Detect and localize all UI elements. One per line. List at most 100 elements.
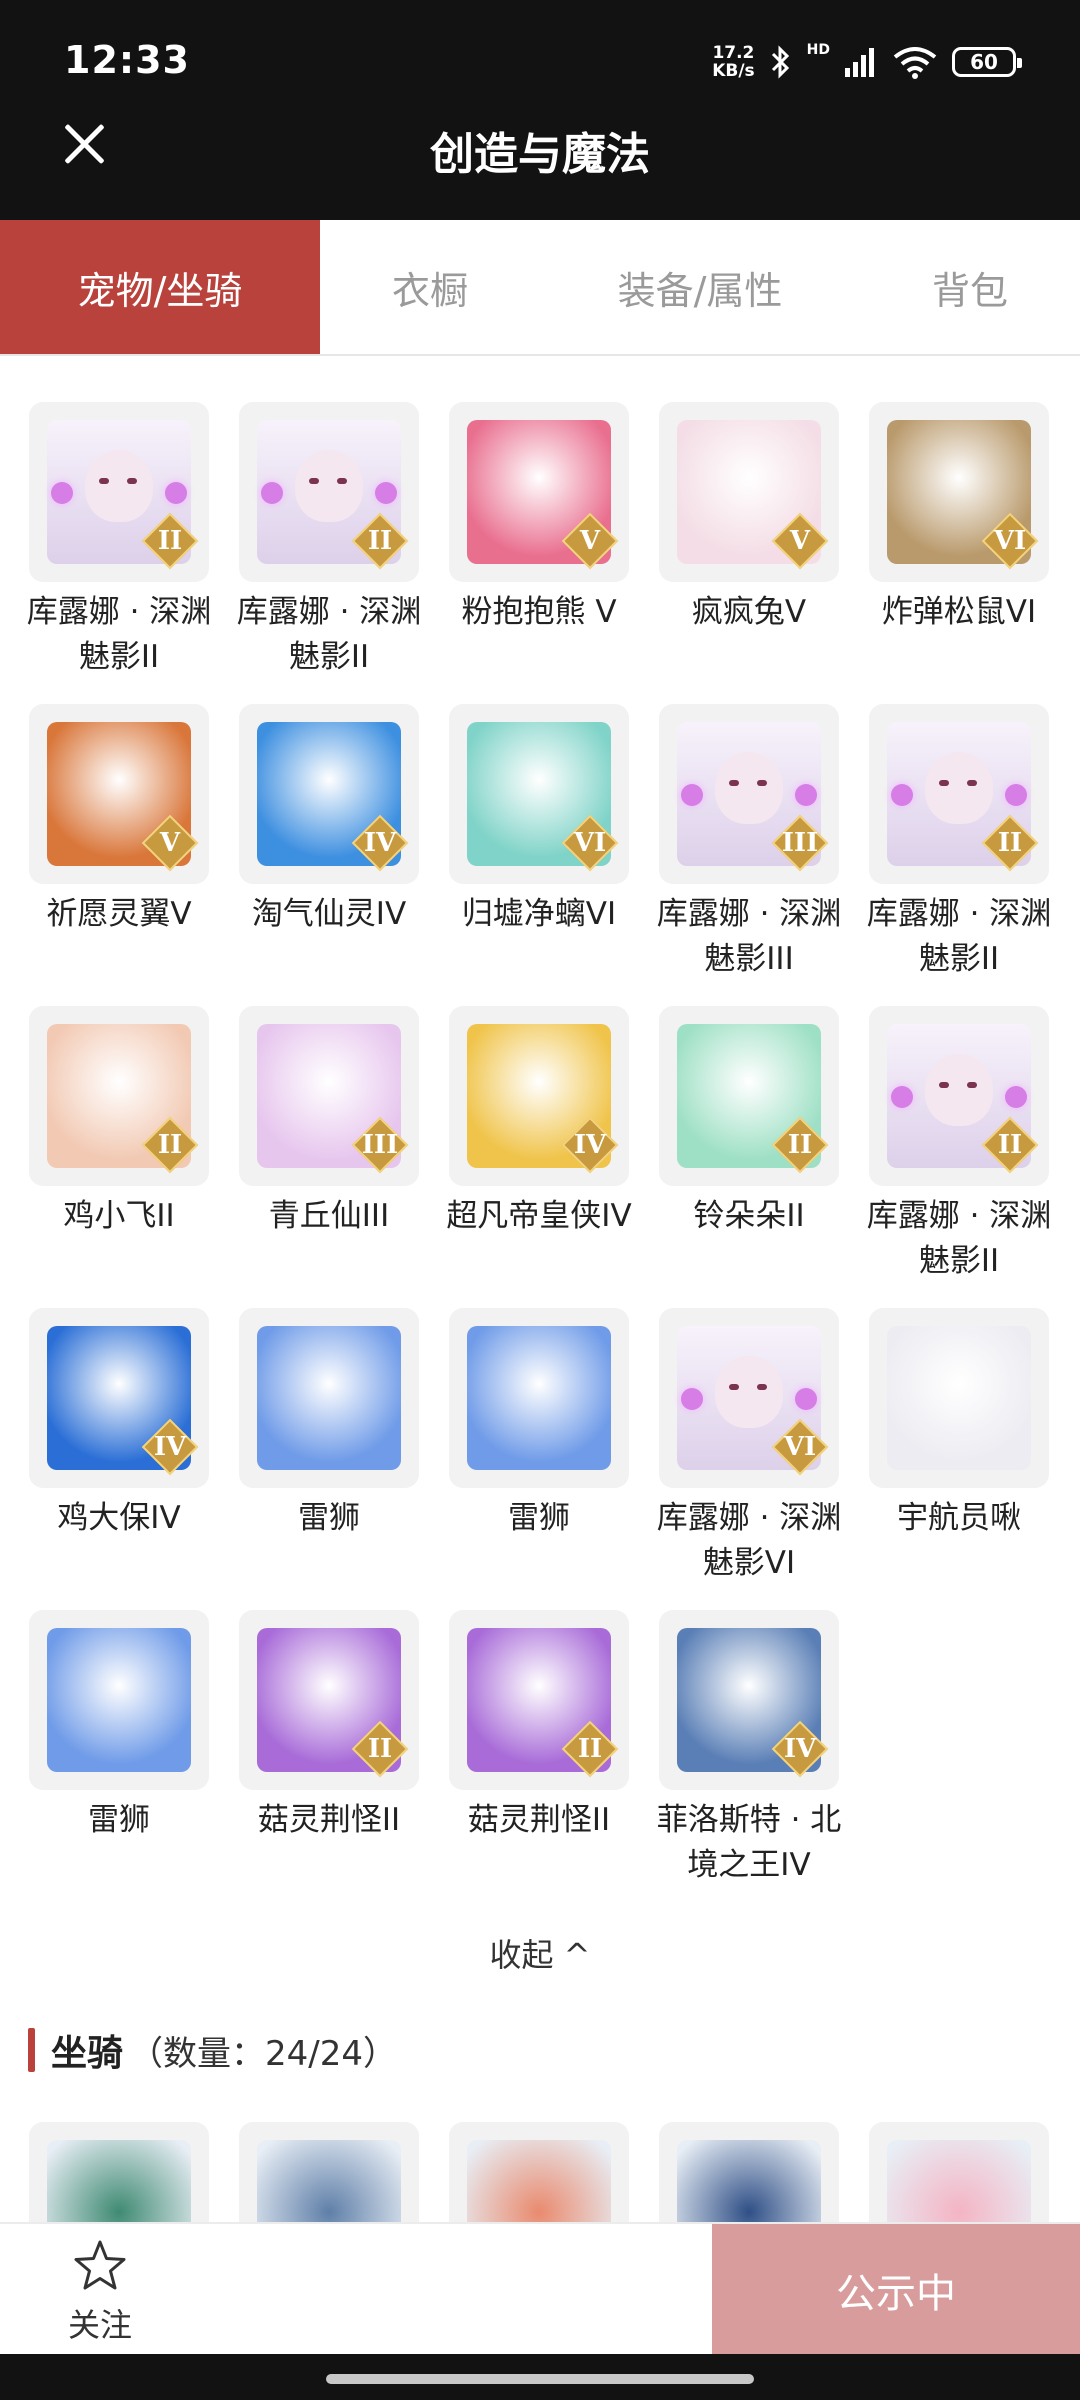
mount-card[interactable] xyxy=(449,2122,629,2222)
tab-bar: 宠物/坐骑 衣橱 装备/属性 背包 xyxy=(0,220,1080,356)
app-root: 12:33 17.2 KB/s HD 60 创造与魔法 宠物/坐骑 衣橱 装备/… xyxy=(0,0,1080,2400)
pet-card[interactable]: V 粉抱抱熊 V xyxy=(449,402,629,635)
status-icons: 17.2 KB/s HD 60 xyxy=(712,40,1022,84)
follow-button[interactable]: 关注 xyxy=(0,2224,200,2356)
signal-icon xyxy=(845,48,874,77)
pet-name: 鸡小飞II xyxy=(63,1198,175,1234)
mount-section-title: 坐骑 xyxy=(51,2033,124,2074)
grade-badge: V xyxy=(771,512,829,570)
pet-name: 归墟净螭VI xyxy=(461,896,617,932)
pet-thumbnail: II xyxy=(869,1006,1049,1186)
pet-card[interactable]: 雷狮 xyxy=(449,1308,629,1541)
pet-card[interactable]: IV 菲洛斯特 · 北境之王IV xyxy=(657,1610,841,1888)
pet-name: 青丘仙III xyxy=(268,1198,390,1234)
pet-thumbnail: IV xyxy=(449,1006,629,1186)
grade-badge: IV xyxy=(141,1418,199,1476)
tab-wardrobe[interactable]: 衣橱 xyxy=(320,220,540,354)
pet-name: 库露娜 · 深渊魅影VI xyxy=(656,1500,842,1581)
pet-card[interactable]: II 库露娜 · 深渊魅影II xyxy=(27,402,211,680)
pet-card[interactable]: II 鸡小飞II xyxy=(29,1006,209,1239)
pet-thumbnail: II xyxy=(239,402,419,582)
tab-equipment[interactable]: 装备/属性 xyxy=(540,220,860,354)
star-icon xyxy=(74,2240,126,2290)
dark-dragon-icon xyxy=(257,2140,401,2222)
pet-name: 库露娜 · 深渊魅影II xyxy=(236,594,422,675)
bluetooth-icon xyxy=(771,45,789,79)
network-speed: 17.2 KB/s xyxy=(712,43,755,81)
pet-name: 祈愿灵翼V xyxy=(46,896,192,932)
pet-thumbnail xyxy=(449,1308,629,1488)
thunder-lion-icon xyxy=(257,1326,401,1470)
pet-name: 炸弹松鼠VI xyxy=(881,594,1037,630)
pet-thumbnail: VI xyxy=(659,1308,839,1488)
pet-thumbnail: V xyxy=(29,704,209,884)
mount-card[interactable] xyxy=(869,2122,1049,2222)
pet-card[interactable]: V 祈愿灵翼V xyxy=(29,704,209,937)
pet-name: 鸡大保IV xyxy=(57,1500,181,1536)
pet-name: 超凡帝皇侠IV xyxy=(446,1198,632,1234)
pet-thumbnail xyxy=(239,1308,419,1488)
home-indicator[interactable] xyxy=(326,2374,754,2384)
mount-row xyxy=(0,2122,1080,2222)
status-time: 12:33 xyxy=(64,38,190,82)
green-dragon-icon xyxy=(47,2140,191,2222)
pet-card[interactable]: VI 炸弹松鼠VI xyxy=(869,402,1049,635)
grade-badge: VI xyxy=(981,512,1039,570)
pet-card[interactable]: VI 库露娜 · 深渊魅影VI xyxy=(657,1308,841,1586)
pet-thumbnail: IV xyxy=(659,1610,839,1790)
pet-name: 淘气仙灵IV xyxy=(251,896,407,932)
pet-thumbnail: V xyxy=(449,402,629,582)
grade-badge: II xyxy=(981,814,1039,872)
pet-card[interactable]: V 疯疯兔V xyxy=(659,402,839,635)
mount-section-header: 坐骑 （数量：24/24） xyxy=(28,2026,397,2074)
pet-thumbnail: V xyxy=(659,402,839,582)
section-accent-bar xyxy=(28,2028,35,2072)
grade-badge: IV xyxy=(351,814,409,872)
mount-card[interactable] xyxy=(29,2122,209,2222)
mount-count: （数量：24/24） xyxy=(129,2033,397,2074)
pet-name: 菇灵荆怪II xyxy=(467,1802,611,1838)
pet-card[interactable]: VI 归墟净螭VI xyxy=(449,704,629,937)
thunder-lion-icon xyxy=(467,1326,611,1470)
pet-card[interactable]: II 库露娜 · 深渊魅影II xyxy=(867,704,1051,982)
pet-card[interactable]: II 菇灵荆怪II xyxy=(239,1610,419,1843)
pet-name: 疯疯兔V xyxy=(691,594,807,630)
pet-name: 雷狮 xyxy=(508,1500,570,1536)
pet-thumbnail xyxy=(29,1610,209,1790)
pet-thumbnail: II xyxy=(29,402,209,582)
pet-name: 库露娜 · 深渊魅影III xyxy=(656,896,842,977)
pet-card[interactable]: 雷狮 xyxy=(29,1610,209,1843)
pet-card[interactable]: 宇航员啾 xyxy=(869,1308,1049,1541)
mount-card[interactable] xyxy=(659,2122,839,2222)
tab-pets-mounts[interactable]: 宠物/坐骑 xyxy=(0,220,320,354)
pet-thumbnail: III xyxy=(239,1006,419,1186)
pet-thumbnail: IV xyxy=(239,704,419,884)
pet-name: 雷狮 xyxy=(298,1500,360,1536)
public-status-button[interactable]: 公示中 xyxy=(712,2224,1080,2356)
pet-card[interactable]: II 铃朵朵II xyxy=(659,1006,839,1239)
pet-name: 雷狮 xyxy=(88,1802,150,1838)
pet-name: 粉抱抱熊 V xyxy=(461,594,617,630)
pet-card[interactable]: III 青丘仙III xyxy=(239,1006,419,1239)
grade-badge: II xyxy=(561,1720,619,1778)
astronaut-cow-icon xyxy=(887,1326,1031,1470)
pet-card[interactable]: III 库露娜 · 深渊魅影III xyxy=(657,704,841,982)
collapse-button[interactable]: 收起 ^ xyxy=(0,1930,1080,1976)
pet-card[interactable]: II 库露娜 · 深渊魅影II xyxy=(867,1006,1051,1284)
pet-card[interactable]: 雷狮 xyxy=(239,1308,419,1541)
mount-card[interactable] xyxy=(239,2122,419,2222)
pet-card[interactable]: IV 超凡帝皇侠IV xyxy=(446,1006,632,1239)
bottom-bar: 关注 公示中 xyxy=(0,2222,1080,2356)
tab-backpack[interactable]: 背包 xyxy=(860,220,1080,354)
pet-thumbnail: II xyxy=(239,1610,419,1790)
pet-card[interactable]: IV 淘气仙灵IV xyxy=(239,704,419,937)
page-title: 创造与魔法 xyxy=(430,129,650,180)
hd-label: HD xyxy=(806,42,830,58)
grade-badge: IV xyxy=(561,1116,619,1174)
thunder-lion-icon xyxy=(47,1628,191,1772)
pet-card[interactable]: II 库露娜 · 深渊魅影II xyxy=(237,402,421,680)
pet-card[interactable]: IV 鸡大保IV xyxy=(29,1308,209,1541)
pet-name: 菇灵荆怪II xyxy=(257,1802,401,1838)
pet-thumbnail: II xyxy=(659,1006,839,1186)
pet-card[interactable]: II 菇灵荆怪II xyxy=(449,1610,629,1843)
